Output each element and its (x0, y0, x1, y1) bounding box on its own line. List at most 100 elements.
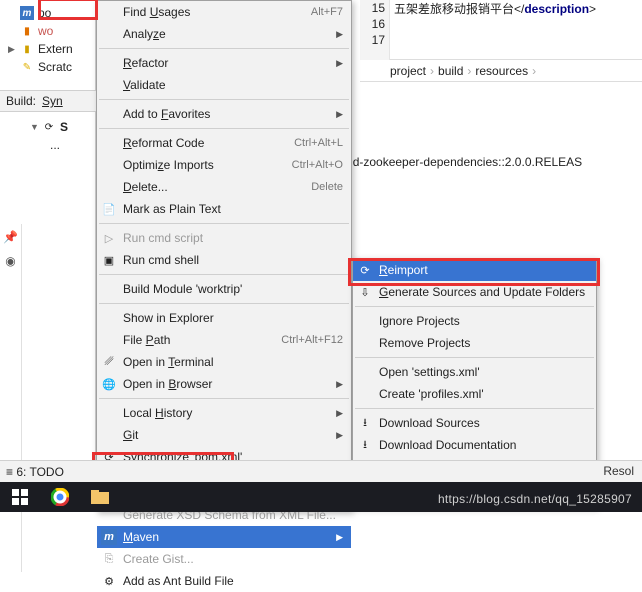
crumb[interactable]: resources (475, 64, 528, 78)
menu-item-add-to-favorites[interactable]: Add to Favorites▶ (97, 103, 351, 125)
menu-item-analyze[interactable]: Analyze ▶ (97, 23, 351, 45)
module-icon: ▮ (20, 24, 34, 38)
menu-label: Open in Terminal (123, 355, 343, 369)
tree-item-wo[interactable]: ▮ wo (2, 22, 93, 40)
menu-item-maven[interactable]: mMaven▶ (97, 526, 351, 548)
menu-label: Analyze (123, 27, 330, 41)
menu-label: File Path (123, 333, 273, 347)
menu-label: Optimize Imports (123, 158, 284, 172)
reimp-icon: ⟳ (357, 262, 373, 278)
gen-icon: ⇩ (357, 284, 373, 300)
menu-label: Reformat Code (123, 136, 286, 150)
library-icon: ▮ (20, 42, 34, 56)
cmd-icon: ▣ (101, 252, 117, 268)
menu-label: Local History (123, 406, 330, 420)
menu-item-open-in-browser[interactable]: 🌐 Open in Browser ▶ (97, 373, 351, 395)
menu-label: Remove Projects (379, 336, 588, 350)
sync-dots[interactable]: ... (24, 136, 68, 154)
ant-icon: ⚙ (101, 573, 117, 589)
expand-icon[interactable]: ▶ (8, 44, 16, 55)
todo-tab[interactable]: ≡ 6: TODO (6, 465, 64, 479)
build-toolbar: 📌 ◉ (0, 224, 22, 572)
menu-item-open-in-terminal[interactable]: ␥ Open in Terminal (97, 351, 351, 373)
menu-label: Delete... (123, 180, 303, 194)
menu-item-open-settings-xml[interactable]: Open 'settings.xml' (353, 361, 596, 383)
term-icon: ␥ (101, 354, 117, 370)
menu-item-file-path[interactable]: File Path Ctrl+Alt+F12 (97, 329, 351, 351)
menu-label: Create Gist... (123, 552, 343, 566)
menu-item-reimport[interactable]: ⟳ Reimport (353, 259, 596, 281)
menu-shortcut: Ctrl+Alt+L (294, 137, 343, 149)
gist-icon: ⎘ (101, 551, 117, 567)
chrome-button[interactable] (40, 482, 80, 512)
menu-item-download-sources[interactable]: ⭳Download Sources (353, 412, 596, 434)
menu-item-add-as-ant-build-file[interactable]: ⚙Add as Ant Build File (97, 570, 351, 592)
menu-item-find-usages[interactable]: Find Usages Alt+F7 (97, 1, 351, 23)
menu-item-mark-as-plain-text[interactable]: 📄Mark as Plain Text (97, 198, 351, 220)
menu-shortcut: Ctrl+Alt+F12 (281, 334, 343, 346)
menu-item-run-cmd-shell[interactable]: ▣ Run cmd shell (97, 249, 351, 271)
windows-taskbar[interactable]: https://blog.csdn.net/qq_15285907 (0, 482, 642, 512)
menu-shortcut: Alt+F7 (311, 6, 343, 18)
submenu-arrow-icon: ▶ (336, 379, 343, 390)
sync-root[interactable]: ▼ ⟳ S (24, 118, 68, 136)
menu-label: Reimport (379, 263, 588, 277)
pin-icon[interactable]: 📌 (4, 230, 18, 244)
sync-tab[interactable]: Syn (42, 94, 63, 108)
bottom-tool-tabs[interactable]: ≡ 6: TODO (0, 460, 642, 482)
menu-item-optimize-imports[interactable]: Optimize Imports Ctrl+Alt+O (97, 154, 351, 176)
build-tool-header: Build: Syn (0, 90, 96, 112)
dl-icon: ⭳ (357, 437, 373, 453)
menu-label: Generate Sources and Update Folders (379, 285, 588, 299)
start-button[interactable] (0, 482, 40, 512)
windows-icon (12, 489, 28, 505)
menu-label: Maven (123, 530, 330, 544)
menu-item-refactor[interactable]: Refactor▶ (97, 52, 351, 74)
editor-area[interactable]: 15 16 17 五架差旅移动报销平台</description> (360, 0, 642, 60)
mvn-icon: m (101, 529, 117, 545)
eye-icon[interactable]: ◉ (4, 254, 18, 268)
build-label: Build: (6, 94, 36, 108)
folder-button[interactable] (80, 482, 120, 512)
menu-item-remove-projects[interactable]: Remove Projects (353, 332, 596, 354)
menu-label: Open in Browser (123, 377, 330, 391)
collapse-icon[interactable]: ▼ (30, 122, 38, 132)
menu-item-run-cmd-script: ▷Run cmd script (97, 227, 351, 249)
crumb[interactable]: project (390, 64, 426, 78)
menu-label: Download Documentation (379, 438, 588, 452)
menu-label: Ignore Projects (379, 314, 588, 328)
menu-item-reformat-code[interactable]: Reformat Code Ctrl+Alt+L (97, 132, 351, 154)
menu-label: Mark as Plain Text (123, 202, 343, 216)
globe-icon: 🌐 (101, 376, 117, 392)
menu-item-show-in-explorer[interactable]: Show in Explorer (97, 307, 351, 329)
editor-gutter: 15 16 17 (360, 0, 390, 60)
menu-item-git[interactable]: Git▶ (97, 424, 351, 446)
menu-item-delete[interactable]: Delete...Delete (97, 176, 351, 198)
menu-label: Run cmd shell (123, 253, 343, 267)
menu-label: Run cmd script (123, 231, 343, 245)
chrome-icon (51, 488, 69, 506)
folder-icon (91, 490, 109, 504)
context-menu[interactable]: Find UsagesAlt+F7Analyze▶Refactor▶Valida… (96, 0, 352, 512)
menu-item-create-profiles-xml[interactable]: Create 'profiles.xml' (353, 383, 596, 405)
menu-label: Validate (123, 78, 343, 92)
menu-label: Open 'settings.xml' (379, 365, 588, 379)
tree-item-external[interactable]: ▶ ▮ Extern (2, 40, 93, 58)
menu-label: Find Usages (123, 5, 303, 19)
editor-breadcrumb[interactable]: project› build› resources› (360, 60, 642, 82)
editor-code[interactable]: 五架差旅移动报销平台</description> (394, 0, 596, 17)
submenu-arrow-icon: ▶ (336, 58, 343, 69)
tree-item-pom[interactable]: m po (2, 4, 93, 22)
menu-item-ignore-projects[interactable]: Ignore Projects (353, 310, 596, 332)
menu-item-local-history[interactable]: Local History▶ (97, 402, 351, 424)
menu-item-build-module-worktrip[interactable]: Build Module 'worktrip' (97, 278, 351, 300)
submenu-arrow-icon: ▶ (336, 29, 343, 40)
menu-label: Create 'profiles.xml' (379, 387, 588, 401)
menu-item-validate[interactable]: Validate (97, 74, 351, 96)
menu-item-download-documentation[interactable]: ⭳ Download Documentation (353, 434, 596, 456)
menu-shortcut: Ctrl+Alt+O (292, 159, 343, 171)
maven-icon: m (20, 6, 34, 20)
tree-item-scratches[interactable]: ✎ Scratc (2, 58, 93, 76)
crumb[interactable]: build (438, 64, 463, 78)
menu-item-generate-sources-and-update-folders[interactable]: ⇩ Generate Sources and Update Folders (353, 281, 596, 303)
